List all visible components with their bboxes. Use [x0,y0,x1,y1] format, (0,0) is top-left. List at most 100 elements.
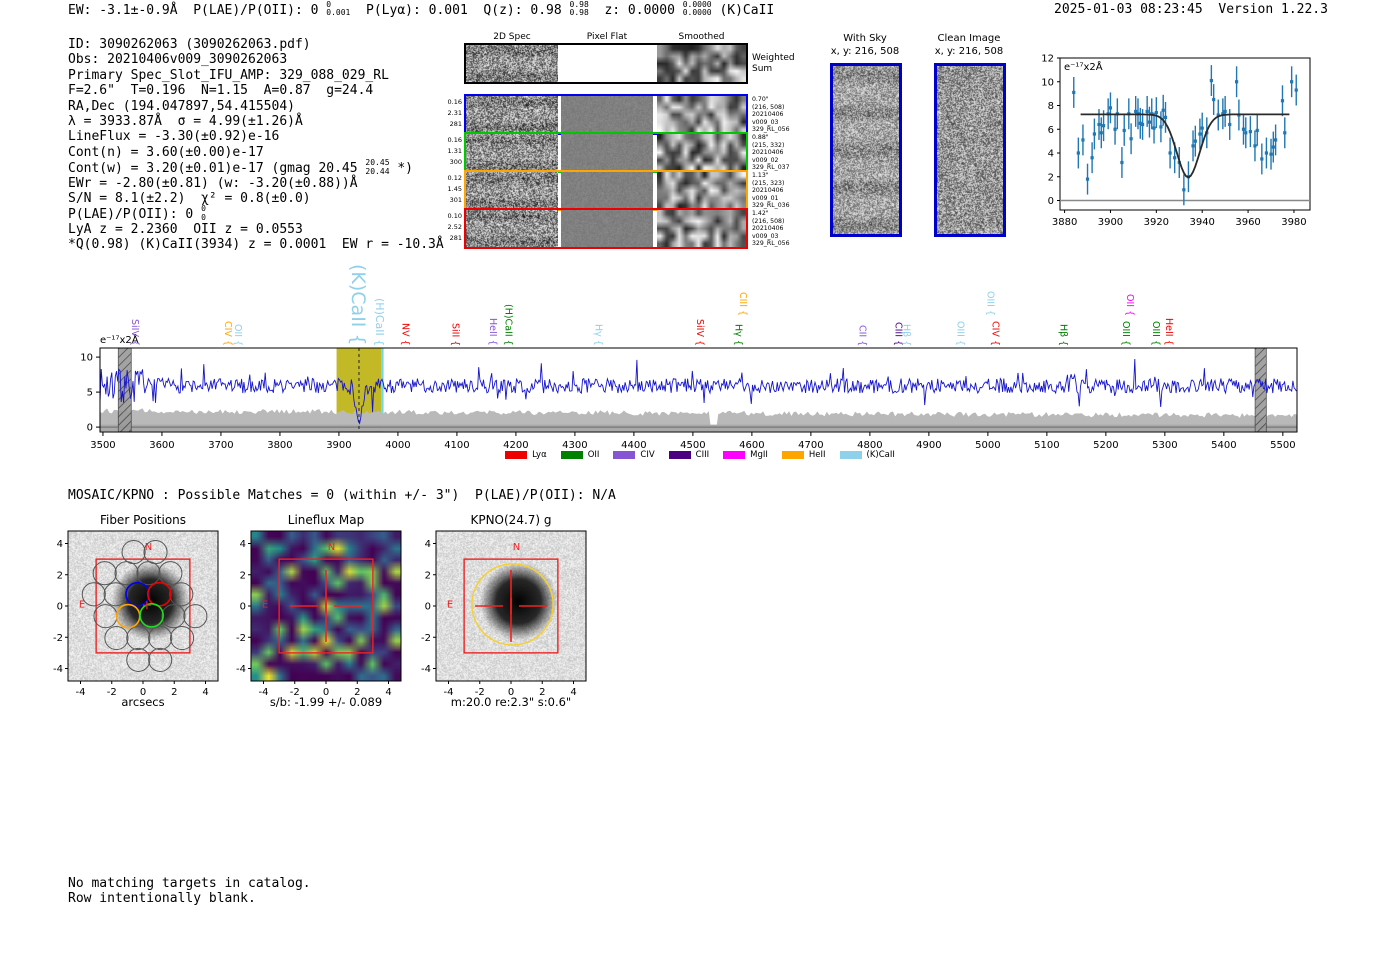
svg-text:4: 4 [240,539,246,550]
spectral-line-label: SiIV { [694,318,706,346]
svg-text:0: 0 [57,602,63,613]
svg-text:2: 2 [425,570,431,581]
legend-item: CIV [613,450,655,460]
svg-text:E: E [262,600,268,611]
lineflux_map-axes: -4-4-2-2002244 NE [236,530,402,698]
info-line: S/N = 8.1(±2.2) χ² = 0.8(±0.0) [68,190,311,206]
svg-text:0: 0 [240,602,246,613]
legend-item: (K)CaII [839,450,895,460]
svg-text:6: 6 [1048,125,1054,136]
legend-swatch [839,451,862,459]
svg-text:3940: 3940 [1189,217,1214,228]
spectral-line-label: Hβ { [1057,323,1069,346]
spectral-line-label: SiIV { [128,318,140,346]
spec2d-row-left-labels: 0.16 1.31 300 [447,136,462,166]
pixelflat-image [561,45,653,82]
legend-item: HeII [781,450,826,460]
info-line: LineFlux = -3.30(±0.92)e-16 [68,129,280,145]
spectral-line-label: OIII { [954,321,966,346]
svg-text:8: 8 [1048,101,1054,112]
svg-text:e⁻¹⁷x2Å: e⁻¹⁷x2Å [1064,60,1103,73]
header-stats-line: EW: -3.1±-0.9Å P(LAE)/P(OII): 0 0 0.001 P… [68,0,775,18]
spectral-line-label: CIII { [737,291,749,316]
spec2d-row-right-labels: 0.70" (216, 508) 20210406 v009_03 329_RL_056 [752,96,790,134]
mosaic-match-line: MOSAIC/KPNO : Possible Matches = 0 (with… [68,488,616,503]
svg-text:2: 2 [57,570,63,581]
spec2d-image [466,134,558,171]
svg-text:4: 4 [1048,149,1054,160]
svg-text:4: 4 [425,539,431,550]
svg-text:N: N [328,542,335,553]
spec2d-image [466,172,558,209]
panel-xlabel: s/b: -1.99 +/- 0.089 [269,695,383,709]
info-line: EWr = -2.80(±0.81) (w: -3.20(±0.88))Å [68,175,358,191]
svg-text:4: 4 [57,539,63,550]
timestamp: 2025-01-03 08:23:45 [1054,2,1203,17]
legend-item: Lyα [505,450,547,460]
stacked-uncertainty: 20.45 20.44 [365,158,390,176]
svg-text:10: 10 [80,353,93,364]
spectral-line-label: (H)CaII { [502,304,514,346]
spectrum-plot-svg: 3500 3600 3700 3800 3900 4000 4100 4200 4300 4400… [80,347,1298,451]
info-line: F=2.6" T=0.196 N=1.15 A=0.87 g=24.4 [68,83,374,99]
spec2d-image [466,96,558,133]
legend-swatch [723,451,746,459]
pixelflat-image [561,96,653,133]
spec2d-row-right-labels: 1.13" (215, 323) 20210406 v009_01 329_RL_036 [752,172,790,210]
smoothed-image [657,45,746,82]
with-sky-cutout-title: With Sky [843,33,887,44]
legend-item: OII [560,450,599,460]
panel-xlabel: m:20.0 re:2.3" s:0.6" [450,695,572,709]
pixelflat-image [561,210,653,247]
stacked-uncertainty: 00 [201,204,206,222]
spec2d-col-title: Pixel Flat [586,32,628,42]
stacked-uncertainty: 0.98 0.98 [569,0,589,18]
legend-item: CIII [668,450,709,460]
spectral-line-label: CIV { [989,321,1001,346]
with-sky-cutout-coords: x, y: 216, 508 [830,46,900,57]
info-line: λ = 3933.87Å σ = 4.99(±1.26)Å [68,113,303,129]
svg-text:0: 0 [425,602,431,613]
svg-text:3980: 3980 [1281,217,1306,228]
spec2d-image [466,210,558,247]
clean-image-cutout-title: Clean Image [937,33,1001,44]
info-line: RA,Dec (194.047897,54.415504) [68,98,295,114]
pixelflat-image [561,134,653,171]
svg-text:-4: -4 [421,664,431,675]
spectrum-legend: Lyα OII CIV CIII MgII HeII (K)CaII [0,444,1400,463]
svg-text:2: 2 [240,570,246,581]
smoothed-image [657,96,746,133]
spec2d-row-right-labels: Weighted Sum [752,53,795,74]
svg-text:N: N [513,542,520,553]
spectral-line-label: Hγ { [732,324,744,346]
spectral-line-label: OII { [1124,293,1136,316]
spectral-line-label: HeII { [1163,318,1175,346]
smoothed-image [657,172,746,209]
with-sky-cutout [830,63,902,237]
header-timestamp-version: 2025-01-03 08:23:45 Version 1.22.3 [1054,2,1328,17]
spec2d-row-right-labels: 0.88" (215, 332) 20210406 v009_02 329_RL_037 [752,134,790,172]
svg-text:3900: 3900 [1098,217,1123,228]
svg-text:5: 5 [87,388,93,399]
info-line: LyA z = 2.2360 OII z = 0.0553 [68,221,303,237]
spec2d-col-title: 2D Spec [493,32,531,42]
spec2d-row-left-labels: 0.10 2.52 281 [447,212,462,242]
svg-text:2: 2 [1048,172,1054,183]
svg-text:3960: 3960 [1235,217,1260,228]
version-label: Version 1.22.3 [1218,2,1328,17]
spectral-line-label: HeII { [487,318,498,346]
info-line: Obs: 20210406v009_3090262063 [68,52,288,68]
svg-text:0: 0 [87,423,93,434]
svg-text:-4: -4 [53,664,63,675]
spectral-line-label: SiII { [449,322,461,346]
note-no-match: No matching targets in catalog. [68,876,311,891]
spec2d-image [466,45,558,82]
svg-text:-2: -2 [421,633,431,644]
info-line: P(LAE)/P(OII): 0 00 [68,204,206,223]
line-fit-chart: 0 2 4 6 8 10 12 3880 3900 3920 3940 3960 3980 e⁻¹⁷x2Å [1041,54,1311,228]
info-line: ID: 3090262063 (3090262063.pdf) [68,37,311,52]
clean-image-cutout-coords: x, y: 216, 508 [934,46,1004,57]
spectral-line-label: OIII { [1120,321,1132,346]
detection-report-page: EW: -3.1±-0.9Å P(LAE)/P(OII): 0 0 0.001 P… [0,0,1400,953]
spectral-line-label: OIII { [984,291,996,316]
